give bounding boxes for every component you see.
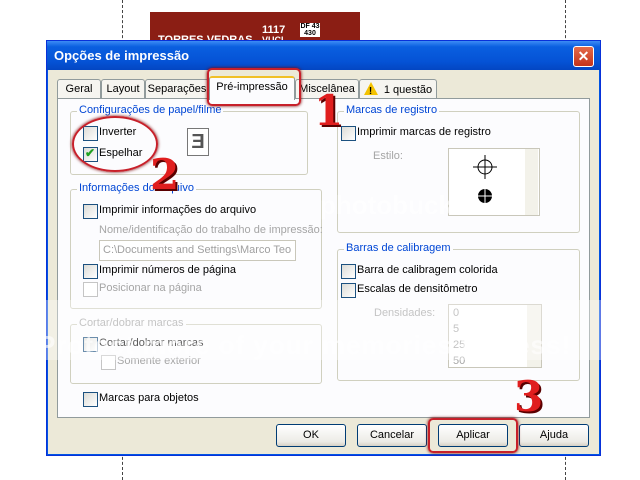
close-button[interactable]: ✕ bbox=[573, 46, 594, 67]
ok-button[interactable]: OK bbox=[276, 424, 346, 447]
close-icon: ✕ bbox=[577, 48, 590, 64]
mirror-preview-icon: Ǝ bbox=[187, 128, 209, 156]
tab-label: Geral bbox=[65, 83, 93, 95]
tab-layout[interactable]: Layout bbox=[101, 79, 145, 98]
cancel-button[interactable]: Cancelar bbox=[357, 424, 427, 447]
highlight-checkbox-annotation bbox=[72, 116, 158, 172]
position-on-page-checkbox[interactable] bbox=[83, 282, 98, 297]
color-bar-checkbox[interactable] bbox=[341, 264, 356, 279]
list-scrollbar bbox=[525, 149, 538, 215]
step-number-annotation: 3 bbox=[514, 372, 544, 421]
tab-label: Layout bbox=[106, 83, 140, 95]
tab-geral[interactable]: Geral bbox=[57, 79, 101, 98]
step-number-annotation: 2 bbox=[150, 150, 180, 199]
print-file-info-checkbox[interactable] bbox=[83, 204, 98, 219]
warning-icon bbox=[363, 82, 378, 101]
tab-label: 1 questão bbox=[383, 84, 433, 96]
densitometer-label: Escalas de densitômetro bbox=[357, 283, 478, 295]
style-label: Estilo: bbox=[373, 150, 403, 162]
banner-box: DF 43 430 bbox=[300, 23, 320, 37]
tab-separacoes[interactable]: Separações bbox=[145, 79, 209, 98]
step-number-annotation: 1 bbox=[314, 86, 344, 135]
tab-label: Pré-impressão bbox=[216, 81, 288, 93]
densitometer-checkbox[interactable] bbox=[341, 283, 356, 298]
preview-glyph: Ǝ bbox=[191, 131, 205, 153]
help-button[interactable]: Ajuda bbox=[519, 424, 589, 447]
group-file-info: Informações do arquivo Imprimir informaç… bbox=[70, 182, 323, 309]
job-name-label: Nome/identificação do trabalho de impres… bbox=[99, 224, 323, 236]
background-banner: TORRES VEDRAS 1117 VUCI DF 43 430 bbox=[150, 12, 360, 46]
print-page-numbers-label: Imprimir números de página bbox=[99, 264, 236, 276]
watermark-logo: photobucket bbox=[320, 190, 476, 220]
object-marks-checkbox[interactable] bbox=[83, 392, 98, 407]
tab-pre-impressao[interactable]: Pré-impressão bbox=[209, 76, 295, 100]
print-file-info-label: Imprimir informações do arquivo bbox=[99, 204, 257, 216]
group-title: Configurações de papel/filme bbox=[77, 104, 224, 116]
dialog-title: Opções de impressão bbox=[54, 48, 190, 63]
title-bar[interactable]: Opções de impressão ✕ bbox=[47, 41, 600, 70]
print-page-numbers-checkbox[interactable] bbox=[83, 264, 98, 279]
tab-label: Separações bbox=[147, 83, 207, 95]
position-on-page-label: Posicionar na página bbox=[99, 282, 202, 294]
print-registration-label: Imprimir marcas de registro bbox=[357, 126, 491, 138]
job-name-field[interactable]: C:\Documents and Settings\Marco Teo bbox=[99, 240, 296, 261]
watermark-tagline: Protect more of your memories for less! bbox=[38, 330, 572, 360]
object-marks-label: Marcas para objetos bbox=[99, 392, 199, 404]
watermark-band: photobucket Protect more of your memorie… bbox=[0, 190, 640, 360]
color-bar-label: Barra de calibragem colorida bbox=[357, 264, 498, 276]
tab-questoes[interactable]: 1 questão bbox=[359, 79, 437, 101]
group-title: Barras de calibragem bbox=[344, 242, 453, 254]
group-title: Marcas de registro bbox=[344, 104, 440, 116]
highlight-apply-annotation bbox=[428, 418, 518, 453]
print-registration-checkbox[interactable] bbox=[341, 126, 356, 141]
